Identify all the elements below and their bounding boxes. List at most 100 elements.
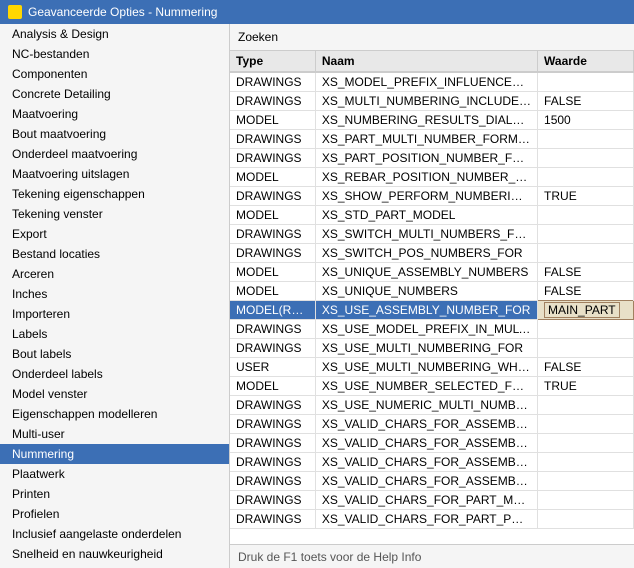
table-row[interactable]: MODELXS_UNIQUE_NUMBERSFALSE bbox=[230, 282, 634, 301]
sidebar-item-21[interactable]: Nummering bbox=[0, 444, 229, 464]
table-row[interactable]: MODEL(ROLE)XS_USE_ASSEMBLY_NUMBER_FORMAI… bbox=[230, 301, 634, 320]
table-row[interactable]: USERXS_USE_MULTI_NUMBERING_WHE...FALSE bbox=[230, 358, 634, 377]
sidebar-item-6[interactable]: Onderdeel maatvoering bbox=[0, 144, 229, 164]
sidebar-item-0[interactable]: Analysis & Design bbox=[0, 24, 229, 44]
table-row[interactable]: DRAWINGSXS_SHOW_PERFORM_NUMBERING...TRUE bbox=[230, 187, 634, 206]
cell-waarde bbox=[538, 339, 634, 358]
cell-naam: XS_VALID_CHARS_FOR_PART_MUL... bbox=[315, 491, 537, 510]
table-body: DRAWINGSXS_MODEL_PREFIX_INFLUENCES_M...D… bbox=[230, 72, 634, 529]
cell-naam: XS_VALID_CHARS_FOR_ASSEMBLY_... bbox=[315, 415, 537, 434]
cell-type: DRAWINGS bbox=[230, 491, 315, 510]
sidebar-item-2[interactable]: Componenten bbox=[0, 64, 229, 84]
sidebar-item-16[interactable]: Bout labels bbox=[0, 344, 229, 364]
search-bar: Zoeken bbox=[230, 24, 634, 51]
cell-waarde: MAIN_PART bbox=[538, 301, 634, 320]
sidebar-item-8[interactable]: Tekening eigenschappen bbox=[0, 184, 229, 204]
table-row[interactable]: DRAWINGSXS_PART_POSITION_NUMBER_FOR... bbox=[230, 149, 634, 168]
sidebar-item-17[interactable]: Onderdeel labels bbox=[0, 364, 229, 384]
cell-waarde: FALSE bbox=[538, 358, 634, 377]
header-naam: Naam bbox=[315, 51, 537, 72]
sidebar-item-20[interactable]: Multi-user bbox=[0, 424, 229, 444]
table-row[interactable]: DRAWINGSXS_VALID_CHARS_FOR_ASSEMBLY_... bbox=[230, 472, 634, 491]
sidebar-item-18[interactable]: Model venster bbox=[0, 384, 229, 404]
cell-naam: XS_MODEL_PREFIX_INFLUENCES_M... bbox=[315, 72, 537, 92]
cell-naam: XS_SWITCH_POS_NUMBERS_FOR bbox=[315, 244, 537, 263]
search-label: Zoeken bbox=[238, 30, 278, 44]
sidebar-item-13[interactable]: Inches bbox=[0, 284, 229, 304]
cell-naam: XS_UNIQUE_ASSEMBLY_NUMBERS bbox=[315, 263, 537, 282]
cell-naam: XS_VALID_CHARS_FOR_ASSEMBLY_... bbox=[315, 434, 537, 453]
sidebar-item-24[interactable]: Profielen bbox=[0, 504, 229, 524]
table-row[interactable]: DRAWINGSXS_MULTI_NUMBERING_INCLUDE_...FA… bbox=[230, 92, 634, 111]
table-row[interactable]: DRAWINGSXS_SWITCH_POS_NUMBERS_FOR bbox=[230, 244, 634, 263]
sidebar-item-4[interactable]: Maatvoering bbox=[0, 104, 229, 124]
table-row[interactable]: MODELXS_UNIQUE_ASSEMBLY_NUMBERSFALSE bbox=[230, 263, 634, 282]
title-bar-text: Geavanceerde Opties - Nummering bbox=[28, 5, 217, 19]
table-row[interactable]: DRAWINGSXS_USE_NUMERIC_MULTI_NUMBE... bbox=[230, 396, 634, 415]
table-row[interactable]: MODELXS_STD_PART_MODEL bbox=[230, 206, 634, 225]
table-row[interactable]: MODELXS_USE_NUMBER_SELECTED_FOR_...TRUE bbox=[230, 377, 634, 396]
sidebar-item-1[interactable]: NC-bestanden bbox=[0, 44, 229, 64]
cell-waarde: FALSE bbox=[538, 263, 634, 282]
cell-naam: XS_PART_MULTI_NUMBER_FORMA... bbox=[315, 130, 537, 149]
header-type: Type bbox=[230, 51, 315, 72]
header-waarde: Waarde bbox=[538, 51, 634, 72]
sidebar-item-11[interactable]: Bestand locaties bbox=[0, 244, 229, 264]
cell-naam: XS_STD_PART_MODEL bbox=[315, 206, 537, 225]
table-row[interactable]: DRAWINGSXS_VALID_CHARS_FOR_ASSEMBLY_... bbox=[230, 415, 634, 434]
sidebar-item-27[interactable]: Templates & symbolen bbox=[0, 564, 229, 568]
table-row[interactable]: DRAWINGSXS_VALID_CHARS_FOR_PART_MUL... bbox=[230, 491, 634, 510]
table-row[interactable]: MODELXS_NUMBERING_RESULTS_DIALOG...1500 bbox=[230, 111, 634, 130]
bottom-bar-text: Druk de F1 toets voor de Help Info bbox=[238, 550, 421, 564]
sidebar-item-10[interactable]: Export bbox=[0, 224, 229, 244]
cell-naam: XS_USE_ASSEMBLY_NUMBER_FOR bbox=[315, 301, 537, 320]
cell-type: MODEL(ROLE) bbox=[230, 301, 315, 320]
sidebar-item-9[interactable]: Tekening venster bbox=[0, 204, 229, 224]
sidebar-item-26[interactable]: Snelheid en nauwkeurigheid bbox=[0, 544, 229, 564]
cell-waarde bbox=[538, 206, 634, 225]
sidebar-item-19[interactable]: Eigenschappen modelleren bbox=[0, 404, 229, 424]
cell-type: MODEL bbox=[230, 168, 315, 187]
cell-naam: XS_USE_MULTI_NUMBERING_WHE... bbox=[315, 358, 537, 377]
cell-waarde bbox=[538, 149, 634, 168]
sidebar-item-15[interactable]: Labels bbox=[0, 324, 229, 344]
table-container[interactable]: Type Naam Waarde DRAWINGSXS_MODEL_PREFIX… bbox=[230, 51, 634, 544]
bottom-bar: Druk de F1 toets voor de Help Info bbox=[230, 544, 634, 568]
cell-type: USER bbox=[230, 358, 315, 377]
table-row[interactable]: DRAWINGSXS_VALID_CHARS_FOR_ASSEMBLY_... bbox=[230, 453, 634, 472]
table-row[interactable]: DRAWINGSXS_MODEL_PREFIX_INFLUENCES_M... bbox=[230, 72, 634, 92]
table-row[interactable]: DRAWINGSXS_USE_MODEL_PREFIX_IN_MULTI_... bbox=[230, 320, 634, 339]
cell-naam: XS_USE_NUMERIC_MULTI_NUMBE... bbox=[315, 396, 537, 415]
cell-type: MODEL bbox=[230, 377, 315, 396]
cell-type: DRAWINGS bbox=[230, 320, 315, 339]
table-row[interactable]: DRAWINGSXS_VALID_CHARS_FOR_PART_POSI... bbox=[230, 510, 634, 529]
cell-waarde bbox=[538, 320, 634, 339]
sidebar-item-7[interactable]: Maatvoering uitslagen bbox=[0, 164, 229, 184]
sidebar-item-14[interactable]: Importeren bbox=[0, 304, 229, 324]
table-row[interactable]: MODELXS_REBAR_POSITION_NUMBER_FO... bbox=[230, 168, 634, 187]
sidebar-item-22[interactable]: Plaatwerk bbox=[0, 464, 229, 484]
cell-waarde: TRUE bbox=[538, 377, 634, 396]
cell-waarde bbox=[538, 130, 634, 149]
cell-naam: XS_USE_NUMBER_SELECTED_FOR_... bbox=[315, 377, 537, 396]
sidebar-item-12[interactable]: Arceren bbox=[0, 264, 229, 284]
content-area: Zoeken Type Naam Waarde DRAWINGSXS_MODEL… bbox=[230, 24, 634, 568]
cell-naam: XS_REBAR_POSITION_NUMBER_FO... bbox=[315, 168, 537, 187]
cell-waarde bbox=[538, 491, 634, 510]
table-header-row: Type Naam Waarde bbox=[230, 51, 634, 72]
cell-naam: XS_SHOW_PERFORM_NUMBERING... bbox=[315, 187, 537, 206]
table-row[interactable]: DRAWINGSXS_VALID_CHARS_FOR_ASSEMBLY_... bbox=[230, 434, 634, 453]
sidebar-item-3[interactable]: Concrete Detailing bbox=[0, 84, 229, 104]
sidebar-item-5[interactable]: Bout maatvoering bbox=[0, 124, 229, 144]
table-row[interactable]: DRAWINGSXS_USE_MULTI_NUMBERING_FOR bbox=[230, 339, 634, 358]
sidebar-item-23[interactable]: Printen bbox=[0, 484, 229, 504]
table-row[interactable]: DRAWINGSXS_PART_MULTI_NUMBER_FORMA... bbox=[230, 130, 634, 149]
cell-waarde bbox=[538, 510, 634, 529]
cell-naam: XS_VALID_CHARS_FOR_ASSEMBLY_... bbox=[315, 472, 537, 491]
cell-type: DRAWINGS bbox=[230, 453, 315, 472]
cell-type: DRAWINGS bbox=[230, 396, 315, 415]
table-row[interactable]: DRAWINGSXS_SWITCH_MULTI_NUMBERS_FOR bbox=[230, 225, 634, 244]
sidebar-item-25[interactable]: Inclusief aangelaste onderdelen bbox=[0, 524, 229, 544]
cell-type: DRAWINGS bbox=[230, 149, 315, 168]
cell-waarde bbox=[538, 72, 634, 92]
